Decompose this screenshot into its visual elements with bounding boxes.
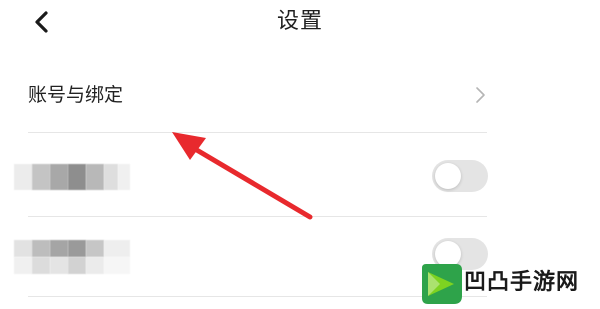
page-title: 设置: [276, 9, 323, 34]
chevron-right-icon: [476, 87, 485, 103]
settings-item-toggle-1: [0, 146, 600, 206]
divider: [28, 132, 487, 133]
toggle-knob: [435, 163, 461, 189]
header-bar: 设置: [0, 0, 600, 48]
settings-item-label: 账号与绑定: [28, 84, 124, 106]
obscured-label: [14, 164, 130, 190]
watermark: 凹凸手游网: [418, 262, 594, 306]
settings-item-account-binding[interactable]: 账号与绑定: [0, 70, 600, 126]
watermark-text: 凹凸手游网: [464, 270, 580, 295]
divider: [28, 216, 487, 217]
obscured-label: [14, 240, 130, 274]
toggle-switch[interactable]: [432, 160, 488, 192]
brand-logo: [422, 264, 462, 304]
